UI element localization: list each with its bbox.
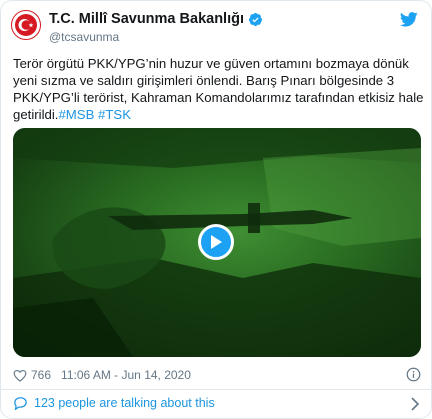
verified-badge-icon bbox=[248, 12, 263, 26]
tweet-card: T.C. Millî Savunma Bakanlığı @tcsavunma … bbox=[0, 0, 432, 419]
tweet-timestamp[interactable]: 11:06 AM - Jun 14, 2020 bbox=[61, 368, 191, 382]
chevron-right-icon[interactable] bbox=[409, 397, 421, 411]
conversation-link[interactable]: 123 people are talking about this bbox=[13, 396, 215, 410]
hashtag-msb[interactable]: #MSB bbox=[58, 107, 94, 122]
account-handle[interactable]: @tcsavunma bbox=[49, 30, 119, 44]
speech-bubble-icon bbox=[14, 397, 27, 410]
like-count: 766 bbox=[31, 368, 52, 382]
account-avatar-seal[interactable] bbox=[11, 10, 41, 40]
info-icon[interactable] bbox=[406, 367, 421, 382]
footer-divider bbox=[1, 389, 431, 390]
like-button[interactable]: 766 bbox=[13, 368, 51, 382]
video-player[interactable] bbox=[13, 128, 421, 357]
tweet-text: Terör örgütü PKK/YPG’nin huzur ve güven … bbox=[13, 55, 425, 123]
play-icon bbox=[211, 235, 222, 249]
play-button[interactable] bbox=[198, 224, 234, 260]
heart-icon bbox=[13, 369, 27, 382]
account-name[interactable]: T.C. Millî Savunma Bakanlığı bbox=[49, 11, 263, 27]
account-name-text[interactable]: T.C. Millî Savunma Bakanlığı bbox=[49, 11, 244, 27]
conversation-count-text[interactable]: 123 people are talking about this bbox=[34, 396, 215, 410]
hashtag-tsk[interactable]: #TSK bbox=[98, 107, 131, 122]
twitter-bird-icon[interactable] bbox=[400, 12, 418, 27]
tweet-meta: 766 11:06 AM - Jun 14, 2020 bbox=[13, 366, 421, 384]
